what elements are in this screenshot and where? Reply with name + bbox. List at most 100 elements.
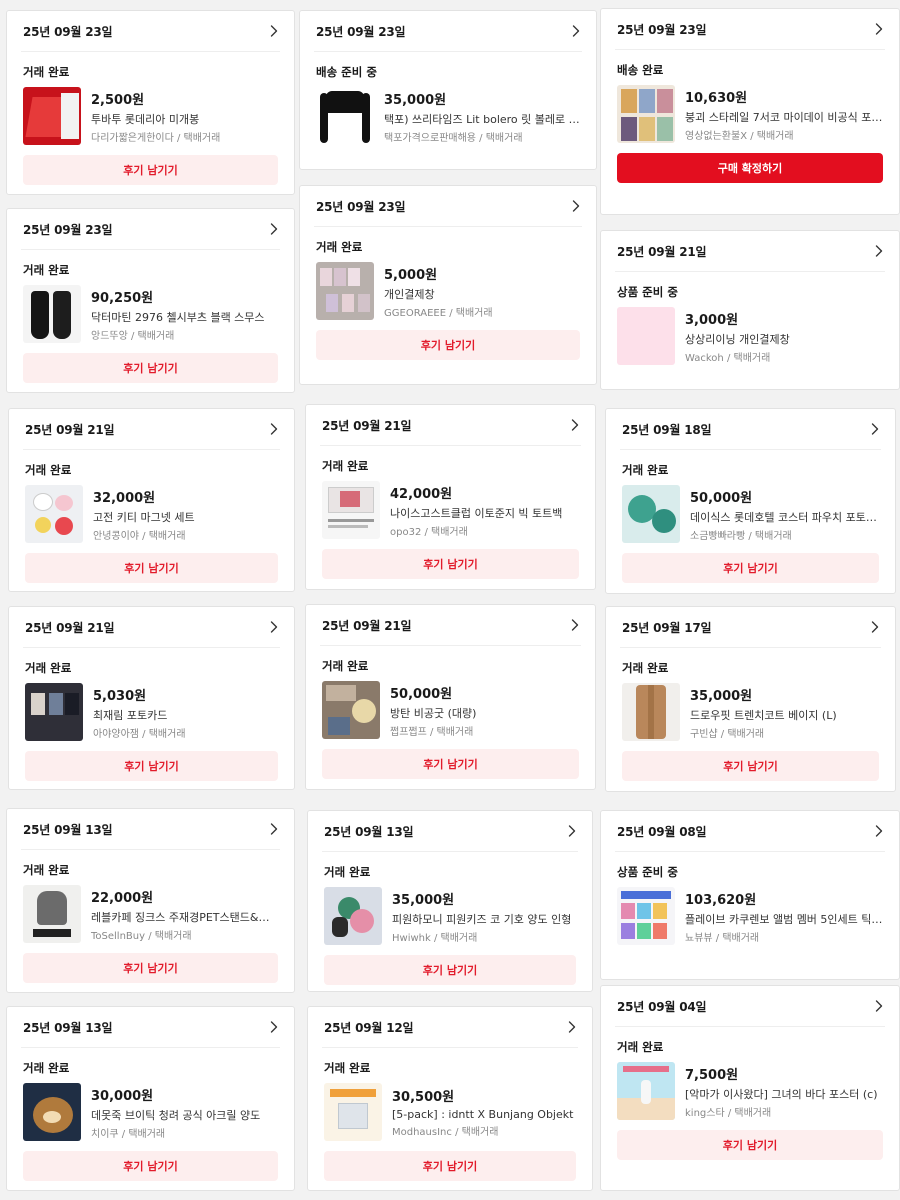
order-card[interactable]: 25년 09월 13일 거래 완료 35,000원 피원하모니 피원키즈 코 기… bbox=[307, 810, 593, 992]
chevron-right-icon[interactable] bbox=[268, 422, 280, 436]
order-card[interactable]: 25년 09월 08일 상품 준비 중 103,620원 플레이브 카쿠렌보 앨… bbox=[600, 810, 900, 980]
order-item[interactable]: 5,030원 최재림 포토카드 아야양아잼 / 택배거래 bbox=[9, 683, 294, 741]
order-card-header[interactable]: 25년 09월 17일 bbox=[606, 607, 895, 647]
order-card[interactable]: 25년 09월 23일 거래 완료 90,250원 닥터마틴 2976 첼시부츠… bbox=[6, 208, 295, 393]
write-review-button[interactable]: 후기 남기기 bbox=[622, 553, 879, 583]
product-thumbnail[interactable] bbox=[617, 887, 675, 945]
chevron-right-icon[interactable] bbox=[268, 24, 280, 38]
write-review-button[interactable]: 후기 남기기 bbox=[324, 1151, 576, 1181]
chevron-right-icon[interactable] bbox=[566, 1020, 578, 1034]
chevron-right-icon[interactable] bbox=[873, 244, 885, 258]
order-item[interactable]: 22,000원 레블카페 징크스 주재경PET스탠드&스티커 세트 ToSell… bbox=[7, 885, 294, 943]
chevron-right-icon[interactable] bbox=[873, 824, 885, 838]
chevron-right-icon[interactable] bbox=[873, 22, 885, 36]
order-card-header[interactable]: 25년 09월 21일 bbox=[306, 405, 595, 445]
order-card-header[interactable]: 25년 09월 23일 bbox=[300, 11, 596, 51]
product-thumbnail[interactable] bbox=[23, 87, 81, 145]
chevron-right-icon[interactable] bbox=[268, 822, 280, 836]
chevron-right-icon[interactable] bbox=[873, 999, 885, 1013]
order-card-header[interactable]: 25년 09월 13일 bbox=[7, 1007, 294, 1047]
order-item[interactable]: 35,000원 피원하모니 피원키즈 코 기호 양도 인형 Hwiwhk / 택… bbox=[308, 887, 592, 945]
order-card[interactable]: 25년 09월 13일 거래 완료 22,000원 레블카페 징크스 주재경PE… bbox=[6, 808, 295, 993]
order-item[interactable]: 5,000원 개인결제창 GGEORAEEE / 택배거래 bbox=[300, 262, 596, 320]
write-review-button[interactable]: 후기 남기기 bbox=[322, 749, 579, 779]
order-item[interactable]: 30,000원 데못죽 브이틱 청려 공식 아크릴 양도 치이쿠 / 택배거래 bbox=[7, 1083, 294, 1141]
write-review-button[interactable]: 후기 남기기 bbox=[23, 155, 278, 185]
product-thumbnail[interactable] bbox=[25, 683, 83, 741]
write-review-button[interactable]: 후기 남기기 bbox=[23, 1151, 278, 1181]
order-card-header[interactable]: 25년 09월 23일 bbox=[300, 186, 596, 226]
order-card-header[interactable]: 25년 09월 21일 bbox=[306, 605, 595, 645]
product-thumbnail[interactable] bbox=[322, 681, 380, 739]
chevron-right-icon[interactable] bbox=[570, 24, 582, 38]
write-review-button[interactable]: 후기 남기기 bbox=[25, 553, 278, 583]
order-card-header[interactable]: 25년 09월 23일 bbox=[7, 11, 294, 51]
order-card[interactable]: 25년 09월 18일 거래 완료 50,000원 데이식스 롯데호텔 코스터 … bbox=[605, 408, 896, 594]
order-card[interactable]: 25년 09월 23일 거래 완료 2,500원 투바투 롯데리아 미개봉 다리… bbox=[6, 10, 295, 195]
product-thumbnail[interactable] bbox=[617, 1062, 675, 1120]
order-card[interactable]: 25년 09월 13일 거래 완료 30,000원 데못죽 브이틱 청려 공식 … bbox=[6, 1006, 295, 1191]
product-thumbnail[interactable] bbox=[23, 285, 81, 343]
order-card[interactable]: 25년 09월 12일 거래 완료 30,500원 [5-pack] : idn… bbox=[307, 1006, 593, 1191]
order-card-header[interactable]: 25년 09월 08일 bbox=[601, 811, 899, 851]
write-review-button[interactable]: 후기 남기기 bbox=[23, 353, 278, 383]
order-card-header[interactable]: 25년 09월 13일 bbox=[308, 811, 592, 851]
order-card[interactable]: 25년 09월 23일 거래 완료 5,000원 개인결제창 GGEORAEEE… bbox=[299, 185, 597, 385]
order-card-header[interactable]: 25년 09월 21일 bbox=[601, 231, 899, 271]
write-review-button[interactable]: 후기 남기기 bbox=[617, 1130, 883, 1160]
product-thumbnail[interactable] bbox=[324, 887, 382, 945]
write-review-button[interactable]: 후기 남기기 bbox=[622, 751, 879, 781]
chevron-right-icon[interactable] bbox=[268, 222, 280, 236]
write-review-button[interactable]: 후기 남기기 bbox=[25, 751, 278, 781]
order-item[interactable]: 90,250원 닥터마틴 2976 첼시부츠 블랙 스무스 앙드뚜앙 / 택배거… bbox=[7, 285, 294, 343]
order-item[interactable]: 30,500원 [5-pack] : idntt X Bunjang Objek… bbox=[308, 1083, 592, 1141]
order-item[interactable]: 35,000원 드로우핏 트렌치코트 베이지 (L) 구빈샵 / 택배거래 bbox=[606, 683, 895, 741]
order-card-header[interactable]: 25년 09월 23일 bbox=[7, 209, 294, 249]
order-card-header[interactable]: 25년 09월 23일 bbox=[601, 9, 899, 49]
order-item[interactable]: 3,000원 상상리이닝 개인결제창 Wackoh / 택배거래 bbox=[601, 307, 899, 365]
chevron-right-icon[interactable] bbox=[566, 824, 578, 838]
order-card-header[interactable]: 25년 09월 04일 bbox=[601, 986, 899, 1026]
chevron-right-icon[interactable] bbox=[569, 418, 581, 432]
order-item[interactable]: 2,500원 투바투 롯데리아 미개봉 다리가짧은게한이다 / 택배거래 bbox=[7, 87, 294, 145]
product-thumbnail[interactable] bbox=[617, 307, 675, 365]
write-review-button[interactable]: 후기 남기기 bbox=[322, 549, 579, 579]
order-item[interactable]: 50,000원 방탄 비공굿 (대량) 쩝프쩝프 / 택배거래 bbox=[306, 681, 595, 739]
chevron-right-icon[interactable] bbox=[268, 1020, 280, 1034]
order-item[interactable]: 103,620원 플레이브 카쿠렌보 앨범 멤버 5인세트 틱톡 특전 뇨뷰뷰 … bbox=[601, 887, 899, 945]
order-card-header[interactable]: 25년 09월 18일 bbox=[606, 409, 895, 449]
product-thumbnail[interactable] bbox=[622, 683, 680, 741]
product-thumbnail[interactable] bbox=[316, 87, 374, 145]
write-review-button[interactable]: 후기 남기기 bbox=[23, 953, 278, 983]
order-card[interactable]: 25년 09월 23일 배송 완료 10,630원 붕괴 스타레일 7서코 마이… bbox=[600, 8, 900, 215]
order-item[interactable]: 35,000원 택포) 쓰리타임즈 Lit bolero 릿 볼레로 블랙 택포… bbox=[300, 87, 596, 145]
order-card[interactable]: 25년 09월 21일 거래 완료 42,000원 나이스고스트클럽 이토준지 … bbox=[305, 404, 596, 590]
product-thumbnail[interactable] bbox=[23, 885, 81, 943]
product-thumbnail[interactable] bbox=[316, 262, 374, 320]
order-item[interactable]: 42,000원 나이스고스트클럽 이토준지 빅 토트백 opo32 / 택배거래 bbox=[306, 481, 595, 539]
order-item[interactable]: 50,000원 데이식스 롯데호텔 코스터 파우치 포토카드 소금빵빠라빵 / … bbox=[606, 485, 895, 543]
chevron-right-icon[interactable] bbox=[268, 620, 280, 634]
order-card[interactable]: 25년 09월 21일 상품 준비 중 3,000원 상상리이닝 개인결제창 W… bbox=[600, 230, 900, 390]
order-card[interactable]: 25년 09월 17일 거래 완료 35,000원 드로우핏 트렌치코트 베이지… bbox=[605, 606, 896, 792]
product-thumbnail[interactable] bbox=[622, 485, 680, 543]
order-item[interactable]: 7,500원 [악마가 이사왔다] 그녀의 바다 포스터 (c) king스타 … bbox=[601, 1062, 899, 1120]
chevron-right-icon[interactable] bbox=[570, 199, 582, 213]
product-thumbnail[interactable] bbox=[324, 1083, 382, 1141]
product-thumbnail[interactable] bbox=[23, 1083, 81, 1141]
order-card[interactable]: 25년 09월 21일 거래 완료 32,000원 고전 키티 마그넷 세트 안… bbox=[8, 408, 295, 592]
order-card[interactable]: 25년 09월 21일 거래 완료 50,000원 방탄 비공굿 (대량) 쩝프… bbox=[305, 604, 596, 790]
order-card[interactable]: 25년 09월 21일 거래 완료 5,030원 최재림 포토카드 아야양아잼 … bbox=[8, 606, 295, 790]
order-card[interactable]: 25년 09월 23일 배송 준비 중 35,000원 택포) 쓰리타임즈 Li… bbox=[299, 10, 597, 170]
chevron-right-icon[interactable] bbox=[869, 620, 881, 634]
order-card-header[interactable]: 25년 09월 21일 bbox=[9, 409, 294, 449]
chevron-right-icon[interactable] bbox=[869, 422, 881, 436]
order-item[interactable]: 32,000원 고전 키티 마그넷 세트 안녕콩이야 / 택배거래 bbox=[9, 485, 294, 543]
order-card-header[interactable]: 25년 09월 12일 bbox=[308, 1007, 592, 1047]
order-card-header[interactable]: 25년 09월 13일 bbox=[7, 809, 294, 849]
write-review-button[interactable]: 후기 남기기 bbox=[324, 955, 576, 985]
order-item[interactable]: 10,630원 붕괴 스타레일 7서코 마이데이 비공식 포토카드 영상없는환불… bbox=[601, 85, 899, 143]
product-thumbnail[interactable] bbox=[617, 85, 675, 143]
order-card[interactable]: 25년 09월 04일 거래 완료 7,500원 [악마가 이사왔다] 그녀의 … bbox=[600, 985, 900, 1191]
confirm-purchase-button[interactable]: 구매 확정하기 bbox=[617, 153, 883, 183]
